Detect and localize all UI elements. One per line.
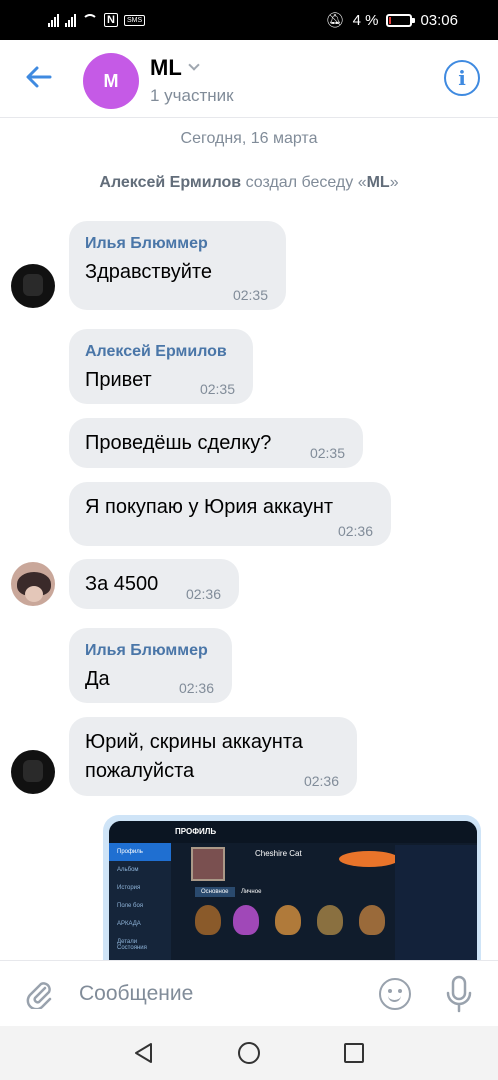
paperclip-icon[interactable] bbox=[24, 979, 54, 1009]
chat-header: M ML 1 участник i bbox=[0, 40, 498, 118]
smile-icon[interactable] bbox=[379, 978, 411, 1010]
signal-icon bbox=[48, 13, 59, 27]
message-author[interactable]: Илья Блюммер bbox=[85, 642, 208, 660]
service-chat: ML bbox=[366, 174, 390, 191]
message-composer: Сообщение bbox=[0, 960, 498, 1026]
message-time: 02:35 bbox=[309, 445, 345, 461]
message-bubble[interactable]: Илья Блюммер Да 02:36 bbox=[69, 628, 232, 703]
message-bubble[interactable]: Юрий, скрины аккаунта пожалуйста 02:36 bbox=[69, 717, 357, 796]
nav-back-icon[interactable] bbox=[133, 1042, 153, 1064]
clock: 03:06 bbox=[420, 11, 458, 29]
message-time: 02:35 bbox=[232, 287, 268, 303]
signal-icon-2 bbox=[65, 13, 76, 27]
message-input[interactable]: Сообщение bbox=[79, 982, 193, 1006]
nfc-icon: N bbox=[104, 13, 118, 27]
message-text-line-1: Юрий, скрины аккаунта bbox=[85, 731, 303, 753]
game-right-panel bbox=[395, 845, 477, 960]
service-message: Алексей Ермилов создал беседу «ML» bbox=[99, 174, 399, 191]
service-author[interactable]: Алексей Ермилов bbox=[99, 174, 241, 191]
arrow-left-icon[interactable] bbox=[22, 60, 56, 94]
chat-title[interactable]: ML bbox=[150, 55, 200, 81]
message-time: 02:35 bbox=[199, 381, 235, 397]
message-bubble[interactable]: Илья Блюммер Здравствуйте 02:35 bbox=[69, 221, 286, 310]
nav-home-icon[interactable] bbox=[238, 1042, 260, 1064]
message-time: 02:36 bbox=[178, 680, 214, 696]
chat-avatar[interactable]: M bbox=[83, 53, 139, 109]
nav-recents-icon[interactable] bbox=[344, 1043, 364, 1063]
game-top-bar: ПРОФИЛЬ bbox=[109, 821, 477, 843]
chevron-down-icon bbox=[188, 59, 200, 71]
message-bubble[interactable]: Алексей Ермилов Привет 02:35 bbox=[69, 329, 253, 404]
message-author[interactable]: Илья Блюммер bbox=[85, 235, 208, 253]
message-text: Проведёшь сделку? bbox=[85, 432, 272, 454]
battery-icon bbox=[386, 13, 416, 27]
message-bubble[interactable]: Я покупаю у Юрия аккаунт 02:36 bbox=[69, 482, 391, 546]
battery-percent: 4 % bbox=[352, 11, 379, 29]
avatar[interactable] bbox=[11, 264, 55, 308]
avatar[interactable] bbox=[11, 750, 55, 794]
info-icon[interactable]: i bbox=[444, 60, 480, 96]
message-author[interactable]: Алексей Ермилов bbox=[85, 343, 227, 361]
message-time: 02:36 bbox=[185, 586, 221, 602]
chat-title-text: ML bbox=[150, 55, 182, 80]
wifi-icon bbox=[82, 14, 98, 26]
system-navigation-bar bbox=[0, 1026, 498, 1080]
message-text: Привет bbox=[85, 369, 152, 391]
message-time: 02:36 bbox=[303, 773, 339, 789]
microphone-icon[interactable] bbox=[443, 975, 475, 1013]
message-bubble[interactable]: Проведёшь сделку? 02:35 bbox=[69, 418, 363, 468]
message-text: Здравствуйте bbox=[85, 261, 212, 283]
mute-icon: 🔕︎ bbox=[325, 12, 345, 29]
message-text-line-2: пожалуйста bbox=[85, 760, 195, 782]
photo-attachment[interactable]: ПРОФИЛЬ Профиль Альбом История Поле боя … bbox=[103, 815, 481, 960]
date-separator: Сегодня, 16 марта bbox=[180, 130, 318, 147]
avatar[interactable] bbox=[11, 562, 55, 606]
message-time: 02:36 bbox=[337, 523, 373, 539]
message-text: За 4500 bbox=[85, 573, 159, 595]
message-text: Я покупаю у Юрия аккаунт bbox=[85, 496, 334, 518]
message-bubble[interactable]: За 4500 02:36 bbox=[69, 559, 239, 609]
redaction-mark bbox=[339, 851, 399, 867]
status-bar: N SMS 🔕︎ 4 % 03:06 bbox=[0, 0, 498, 40]
game-profile-screenshot: ПРОФИЛЬ Профиль Альбом История Поле боя … bbox=[109, 821, 477, 960]
chat-members-count[interactable]: 1 участник bbox=[150, 86, 234, 106]
message-text: Да bbox=[85, 668, 110, 690]
sms-icon: SMS bbox=[123, 14, 146, 26]
service-action: создал беседу « bbox=[241, 174, 367, 191]
game-sidebar: Профиль Альбом История Поле боя АРКАДА Д… bbox=[109, 843, 171, 960]
